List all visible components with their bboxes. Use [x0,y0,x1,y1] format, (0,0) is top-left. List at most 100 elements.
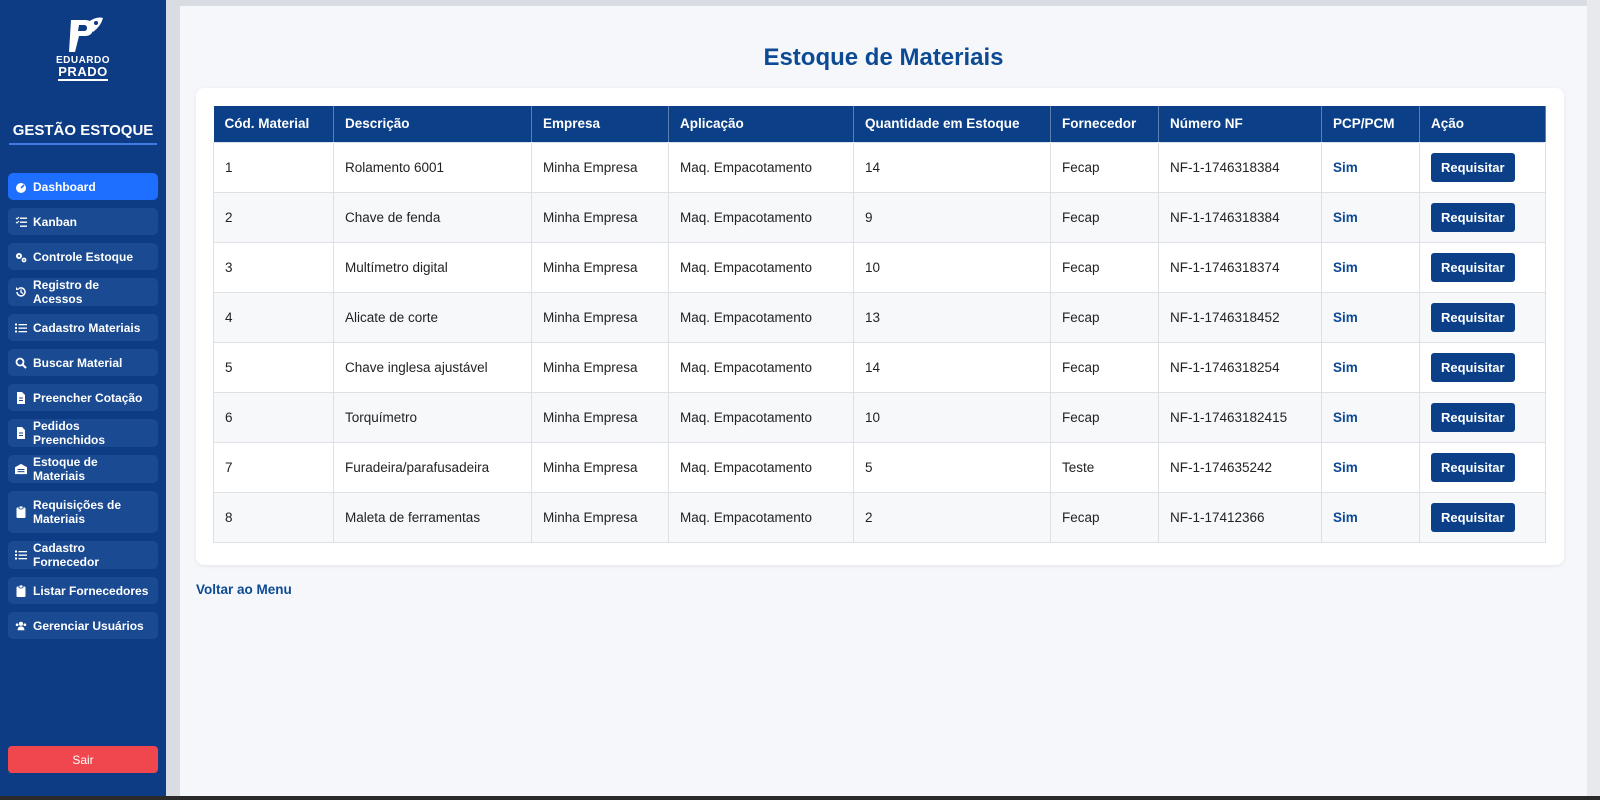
cell-empresa: Minha Empresa [531,141,669,193]
cell-aplicacao: Maq. Empacotamento [668,141,854,193]
cell-numero-nf: NF-1-17412366 [1158,491,1322,543]
gears-icon [15,251,27,263]
cell-numero-nf: NF-1-1746318374 [1158,241,1322,293]
requisitar-button[interactable]: Requisitar [1431,402,1515,432]
table-row: 2 Chave de fenda Minha Empresa Maq. Empacot… [213,191,1546,243]
requisitar-button[interactable]: Requisitar [1431,152,1515,182]
sidebar-item-buscar-material[interactable]: Buscar Material [8,349,158,376]
logout-button[interactable]: Sair [8,746,158,773]
cell-fornecedor: Fecap [1050,491,1159,543]
sidebar-item-label: Buscar Material [33,355,123,370]
cell-cod-material: 1 [213,141,334,193]
back-to-menu-link[interactable]: Voltar ao Menu [196,582,292,597]
cell-aplicacao: Maq. Empacotamento [668,391,854,443]
cell-numero-nf: NF-1-1746318384 [1158,141,1322,193]
cell-numero-nf: NF-1-17463182415 [1158,391,1322,443]
sidebar-item-label: Preencher Cotação [33,390,143,405]
sidebar-item-label: Estoque de Materiais [33,455,98,483]
cell-acao: Requisitar [1419,191,1546,243]
cell-cod-material: 4 [213,291,334,343]
requisitar-button[interactable]: Requisitar [1431,502,1515,532]
sidebar-item-label: Controle Estoque [33,249,134,264]
cell-pcp-pcm: Sim [1321,191,1420,243]
sidebar-item-cadastro-materiais[interactable]: Cadastro Materiais [8,314,158,341]
cell-empresa: Minha Empresa [531,491,669,543]
cell-cod-material: 2 [213,191,334,243]
cell-cod-material: 5 [213,341,334,393]
sidebar-nav: Dashboard Kanban Controle Estoque Regist… [8,173,158,639]
cell-acao: Requisitar [1419,491,1546,543]
scrollbar-track[interactable] [1587,0,1600,800]
cell-aplicacao: Maq. Empacotamento [668,241,854,293]
sidebar-item-label: Listar Fornecedores [33,583,149,598]
sidebar-item-requisicoes-materiais[interactable]: Requisições de Materiais [8,491,158,533]
cell-fornecedor: Fecap [1050,141,1159,193]
cell-fornecedor: Teste [1050,441,1159,493]
requisitar-button[interactable]: Requisitar [1431,302,1515,332]
cell-quantidade: 14 [853,341,1051,393]
cell-descricao: Alicate de corte [333,291,532,343]
table-body: 1 Rolamento 6001 Minha Empresa Maq. Empacot… [213,141,1546,543]
sidebar-item-label: Dashboard [33,179,96,194]
sidebar-item-listar-fornecedores[interactable]: Listar Fornecedores [8,577,158,604]
logo-bottom-text: PRADO [58,64,108,81]
sidebar-item-label: Cadastro Materiais [33,320,141,335]
requisitar-button[interactable]: Requisitar [1431,252,1515,282]
cell-empresa: Minha Empresa [531,241,669,293]
main-content: Estoque de Materiais Cód. Material Descr… [180,6,1587,800]
cell-acao: Requisitar [1419,141,1546,193]
sidebar-item-estoque-materiais[interactable]: Estoque de Materiais [8,455,158,483]
cell-cod-material: 8 [213,491,334,543]
search-icon [15,357,27,369]
cell-numero-nf: NF-1-1746318452 [1158,291,1322,343]
cell-empresa: Minha Empresa [531,291,669,343]
requisitar-button[interactable]: Requisitar [1431,452,1515,482]
header-pcp-pcm: PCP/PCM [1321,106,1420,142]
header-numero-nf: Número NF [1158,106,1322,142]
table-row: 7 Furadeira/parafusadeira Minha Empresa Maq… [213,441,1546,493]
cell-acao: Requisitar [1419,291,1546,343]
warehouse-icon [15,463,27,475]
sidebar-item-cadastro-fornecedor[interactable]: Cadastro Fornecedor [8,541,158,569]
cell-pcp-pcm: Sim [1321,491,1420,543]
sidebar-item-label: Pedidos Preenchidos [33,419,106,447]
file-icon [15,427,27,439]
cell-acao: Requisitar [1419,241,1546,293]
requisitar-button[interactable]: Requisitar [1431,352,1515,382]
cell-cod-material: 6 [213,391,334,443]
cell-descricao: Chave de fenda [333,191,532,243]
sidebar-item-kanban[interactable]: Kanban [8,208,158,235]
history-icon [15,286,27,298]
rocket-logo-icon [69,17,103,52]
cell-quantidade: 2 [853,491,1051,543]
sidebar-item-controle-estoque[interactable]: Controle Estoque [8,243,158,270]
cell-quantidade: 10 [853,391,1051,443]
cell-quantidade: 13 [853,291,1051,343]
sidebar-item-label: Cadastro Fornecedor [33,541,100,569]
cell-aplicacao: Maq. Empacotamento [668,191,854,243]
sidebar-item-label: Registro de Acessos [33,278,100,306]
sidebar-item-registro-acessos[interactable]: Registro de Acessos [8,278,158,306]
cell-empresa: Minha Empresa [531,191,669,243]
cell-pcp-pcm: Sim [1321,291,1420,343]
materials-table: Cód. Material Descrição Empresa Aplicaçã… [213,106,1546,543]
cell-quantidade: 9 [853,191,1051,243]
cell-numero-nf: NF-1-174635242 [1158,441,1322,493]
window-bottom-edge [0,796,1600,800]
sidebar-item-dashboard[interactable]: Dashboard [8,173,158,200]
cell-quantidade: 14 [853,141,1051,193]
sidebar-item-preencher-cotacao[interactable]: Preencher Cotação [8,384,158,411]
cell-pcp-pcm: Sim [1321,241,1420,293]
cell-fornecedor: Fecap [1050,391,1159,443]
table-row: 8 Maleta de ferramentas Minha Empresa Maq. … [213,491,1546,543]
sidebar-item-gerenciar-usuarios[interactable]: Gerenciar Usuários [8,612,158,639]
header-aplicacao: Aplicação [668,106,854,142]
cell-acao: Requisitar [1419,341,1546,393]
sidebar: EDUARDO PRADO GESTÃO ESTOQUE Dashboard K… [0,0,166,800]
cell-descricao: Rolamento 6001 [333,141,532,193]
header-cod-material: Cód. Material [213,106,334,142]
requisitar-button[interactable]: Requisitar [1431,202,1515,232]
cell-pcp-pcm: Sim [1321,341,1420,393]
cell-fornecedor: Fecap [1050,341,1159,393]
sidebar-item-pedidos-preenchidos[interactable]: Pedidos Preenchidos [8,419,158,447]
